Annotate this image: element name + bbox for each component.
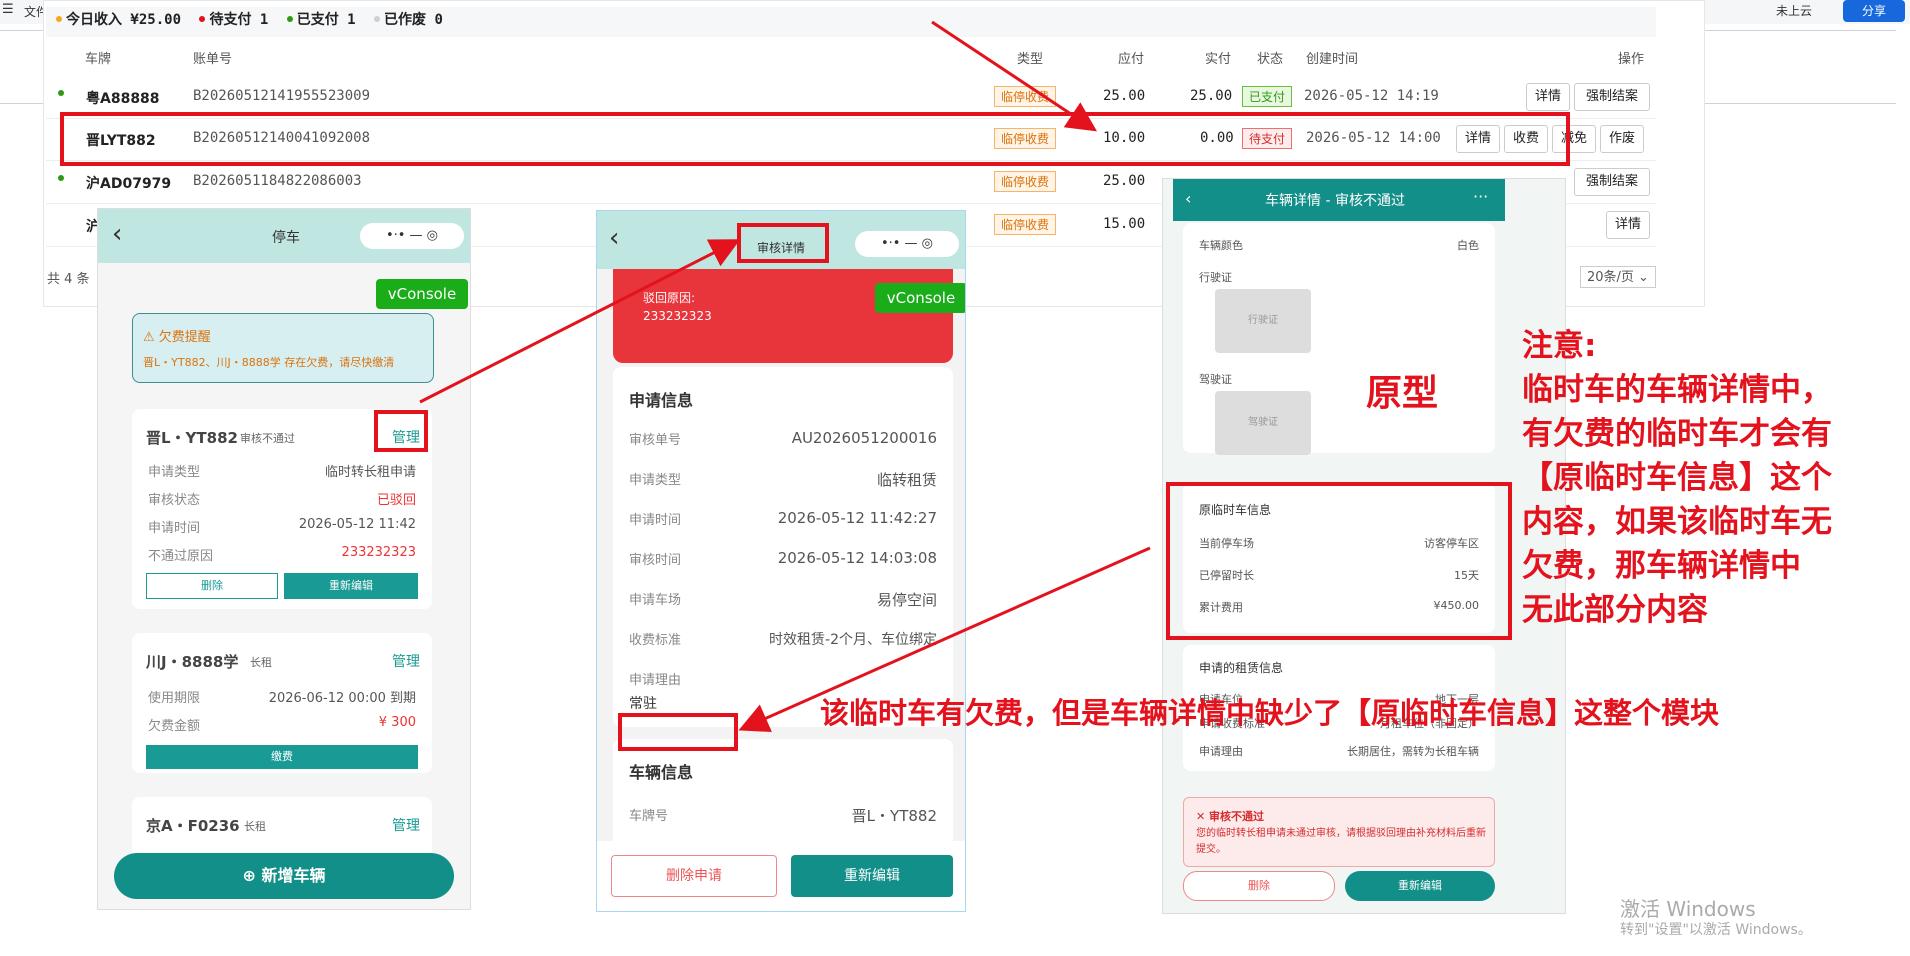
arrow-to-missing-module — [738, 546, 1151, 732]
annotation-arrows — [419, 20, 1151, 732]
activation-watermark-sub: 转到"设置"以激活 Windows。 — [1620, 922, 1812, 938]
arrow-to-row — [931, 20, 1098, 132]
arrow-to-review-title — [419, 239, 741, 404]
activation-watermark: 激活 Windows — [1620, 897, 1756, 921]
